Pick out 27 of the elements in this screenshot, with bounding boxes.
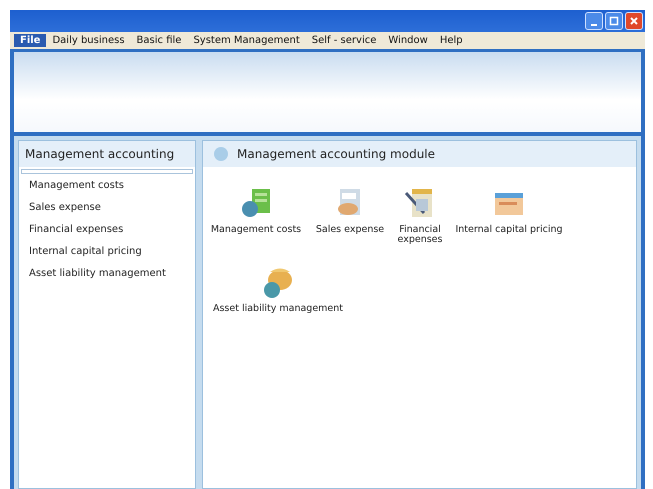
module-label[interactable]: Internal capital pricing <box>455 225 563 234</box>
menu-item[interactable]: Help <box>434 34 469 47</box>
module-label[interactable]: Sales expense <box>316 225 384 234</box>
sidebar-item[interactable]: Management costs <box>29 180 124 191</box>
menu-item[interactable]: File <box>14 34 46 47</box>
sidebar-item[interactable]: Financial expenses <box>29 224 124 235</box>
sidebar-item[interactable]: Sales expense <box>29 202 101 213</box>
panel-title: Management accounting module <box>237 147 436 161</box>
maximize-icon <box>609 16 619 26</box>
minimize-icon <box>591 24 597 26</box>
maximize-button[interactable] <box>605 12 623 30</box>
sidebar-item[interactable]: Internal capital pricing <box>29 246 142 257</box>
module-label[interactable]: Management costs <box>210 225 302 234</box>
close-button[interactable] <box>625 12 643 30</box>
menu-item[interactable]: Basic file <box>130 34 188 47</box>
menu-item[interactable]: Self - service <box>306 34 382 47</box>
sidebar-item[interactable]: Asset liability management <box>29 268 166 279</box>
minimize-button[interactable] <box>585 12 603 30</box>
panel-title: Management accounting <box>19 141 195 167</box>
module-label[interactable]: Financial expenses <box>395 225 445 244</box>
circle-icon <box>213 146 229 162</box>
filter-field[interactable] <box>21 169 193 174</box>
menu-item[interactable]: Window <box>382 34 434 47</box>
menu-item[interactable]: Daily business <box>46 34 131 47</box>
module-label[interactable]: Asset liability management <box>212 304 344 314</box>
menu-item[interactable]: System Management <box>187 34 306 47</box>
close-icon <box>629 16 639 26</box>
